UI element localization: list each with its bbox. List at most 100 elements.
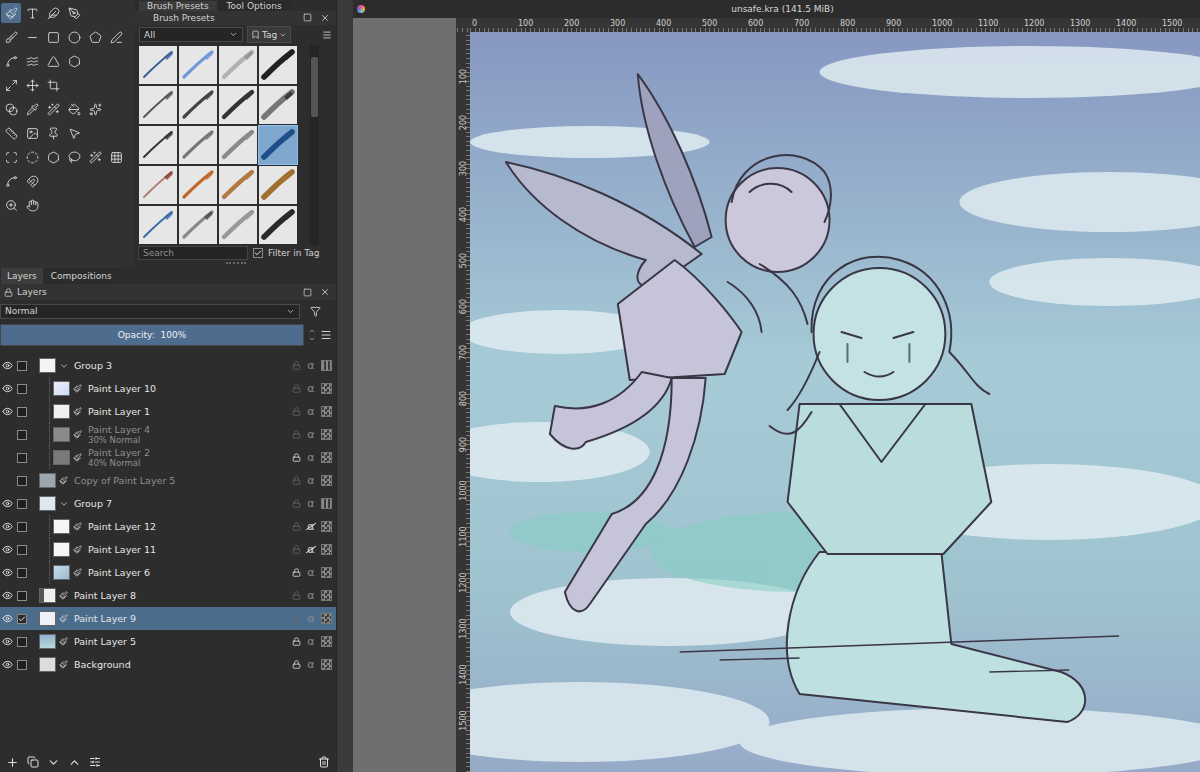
lock-toggle[interactable]	[291, 384, 301, 393]
tool-button[interactable]	[22, 147, 42, 167]
brush-preset[interactable]	[138, 205, 178, 245]
brush-preset[interactable]	[218, 45, 258, 85]
inherit-alpha-icon[interactable]	[321, 521, 332, 532]
filter-in-tag-checkbox[interactable]	[253, 248, 263, 258]
layer-row[interactable]: Paint Layer 240% Normalα	[0, 446, 336, 469]
tool-button[interactable]	[1, 171, 21, 191]
tool-button[interactable]	[64, 123, 84, 143]
alpha-lock-toggle[interactable]: α	[306, 429, 316, 440]
layer-checkbox[interactable]	[17, 614, 27, 624]
lock-toggle[interactable]	[291, 430, 301, 439]
layer-row[interactable]: Paint Layer 6α	[0, 561, 336, 584]
layer-name[interactable]: Paint Layer 2	[88, 447, 288, 458]
visibility-toggle[interactable]	[0, 636, 14, 647]
tool-button[interactable]	[43, 99, 63, 119]
brush-preset[interactable]	[218, 125, 258, 165]
tool-button[interactable]	[64, 3, 84, 23]
layer-name[interactable]: Paint Layer 5	[74, 636, 288, 647]
alpha-lock-toggle[interactable]: α	[306, 360, 316, 371]
blend-mode-dropdown[interactable]: Normal	[0, 304, 300, 319]
document-tab[interactable]: unsafe.kra (141.5 MiB)	[365, 4, 1200, 14]
layer-checkbox[interactable]	[17, 568, 27, 578]
brush-preset[interactable]	[258, 45, 298, 85]
layer-row[interactable]: Copy of Paint Layer 5α	[0, 469, 336, 492]
visibility-toggle[interactable]	[0, 613, 14, 624]
layer-checkbox[interactable]	[17, 430, 27, 440]
menu-icon[interactable]	[322, 30, 332, 40]
brush-preset[interactable]	[258, 205, 298, 245]
layer-name[interactable]: Group 3	[74, 360, 288, 371]
expanded-group-icon[interactable]	[59, 499, 69, 509]
tool-button[interactable]	[43, 27, 63, 47]
docker-tab[interactable]: Tool Options	[219, 1, 290, 11]
tool-button[interactable]	[1, 147, 21, 167]
lock-toggle[interactable]	[291, 614, 301, 623]
tool-button[interactable]	[1, 75, 21, 95]
layer-name[interactable]: Background	[74, 659, 288, 670]
alpha-lock-toggle[interactable]: α	[306, 498, 316, 509]
tag-button[interactable]: Tag	[247, 26, 291, 43]
brush-preset[interactable]	[138, 125, 178, 165]
menu-icon[interactable]	[320, 329, 332, 341]
brush-preset[interactable]	[138, 165, 178, 205]
lock-toggle[interactable]	[291, 660, 301, 669]
layer-name[interactable]: Paint Layer 1	[88, 406, 288, 417]
tool-button[interactable]	[43, 3, 63, 23]
move-down-icon[interactable]	[47, 756, 60, 769]
tool-button[interactable]	[43, 147, 63, 167]
brush-preset[interactable]	[258, 165, 298, 205]
inherit-alpha-icon[interactable]	[321, 429, 332, 440]
lock-toggle[interactable]	[291, 568, 301, 577]
tool-button[interactable]	[22, 27, 42, 47]
layer-name[interactable]: Paint Layer 8	[74, 590, 288, 601]
expanded-group-icon[interactable]	[59, 361, 69, 371]
float-icon[interactable]	[303, 288, 312, 297]
opacity-spinner[interactable]	[308, 327, 316, 343]
lock-toggle[interactable]	[291, 637, 301, 646]
lock-toggle[interactable]	[291, 545, 301, 554]
lock-toggle[interactable]	[291, 499, 301, 508]
layer-name[interactable]: Group 7	[74, 498, 288, 509]
float-icon[interactable]	[303, 13, 312, 22]
delete-layer-icon[interactable]	[318, 756, 330, 768]
tool-button[interactable]	[1, 3, 21, 23]
tool-button[interactable]	[22, 171, 42, 191]
lock-docker-icon[interactable]	[4, 288, 13, 297]
layer-row[interactable]: Group 3 α	[0, 354, 336, 377]
layer-row[interactable]: Group 7 α	[0, 492, 336, 515]
pass-through-icon[interactable]	[321, 498, 332, 509]
inherit-alpha-icon[interactable]	[321, 659, 332, 670]
brush-preset[interactable]	[218, 85, 258, 125]
brush-preset[interactable]	[178, 85, 218, 125]
layer-checkbox[interactable]	[17, 499, 27, 509]
properties-icon[interactable]	[89, 756, 101, 768]
brush-preset[interactable]	[218, 205, 258, 245]
layer-checkbox[interactable]	[17, 407, 27, 417]
layer-row[interactable]: Paint Layer 5α	[0, 630, 336, 653]
layer-row[interactable]: Paint Layer 430% Normalα	[0, 423, 336, 446]
tool-button[interactable]	[22, 51, 42, 71]
layer-name[interactable]: Paint Layer 10	[88, 383, 288, 394]
layer-checkbox[interactable]	[17, 361, 27, 371]
brush-preset[interactable]	[138, 85, 178, 125]
layer-checkbox[interactable]	[17, 545, 27, 555]
lock-toggle[interactable]	[291, 361, 301, 370]
duplicate-layer-icon[interactable]	[27, 756, 39, 768]
inherit-alpha-icon[interactable]	[321, 613, 332, 624]
lock-toggle[interactable]	[291, 522, 301, 531]
lock-toggle[interactable]	[291, 476, 301, 485]
pass-through-icon[interactable]	[321, 360, 332, 371]
tool-button[interactable]	[64, 27, 84, 47]
docker-tab[interactable]: Compositions	[45, 268, 118, 284]
tool-button[interactable]	[22, 195, 42, 215]
tool-button[interactable]	[85, 27, 105, 47]
layer-checkbox[interactable]	[17, 384, 27, 394]
visibility-toggle[interactable]	[0, 567, 14, 578]
layer-row[interactable]: Backgroundα	[0, 653, 336, 676]
tool-button[interactable]	[22, 99, 42, 119]
brush-preset[interactable]	[178, 165, 218, 205]
tool-button[interactable]	[1, 123, 21, 143]
tool-button[interactable]	[22, 3, 42, 23]
resource-filter-dropdown[interactable]: All	[139, 27, 243, 42]
layer-name[interactable]: Paint Layer 4	[88, 424, 288, 435]
